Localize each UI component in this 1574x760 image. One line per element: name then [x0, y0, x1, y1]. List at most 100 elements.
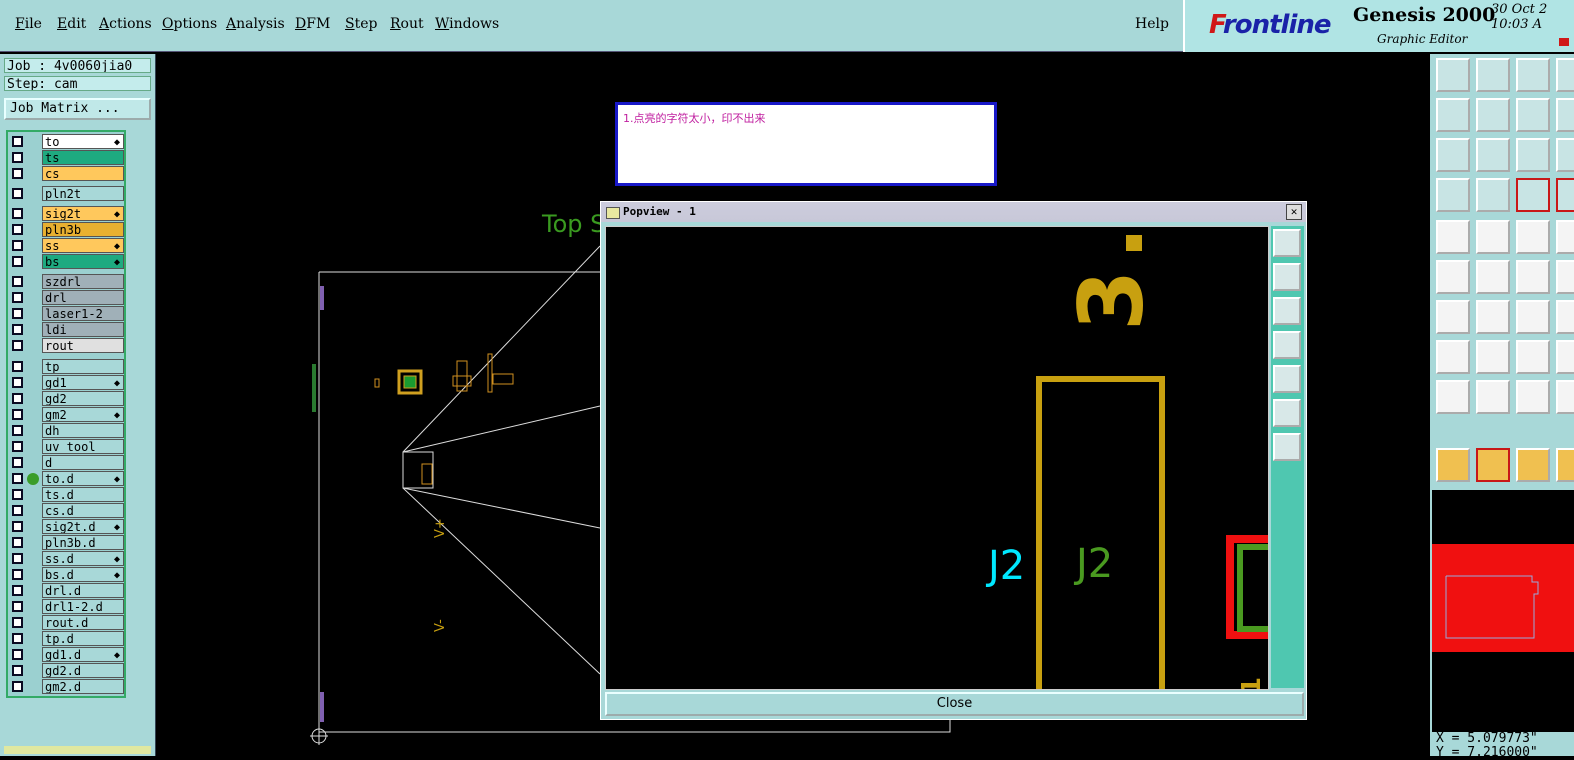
pv-pan-right-icon[interactable] [1273, 365, 1301, 393]
layer-checkbox[interactable] [12, 409, 23, 420]
layer-row[interactable]: tp [10, 359, 125, 374]
menu-file[interactable]: File [15, 16, 42, 32]
layer-checkbox[interactable] [12, 208, 23, 219]
layer-row[interactable]: pln2t [10, 186, 125, 201]
layer-checkbox[interactable] [12, 489, 23, 500]
pv-zoom-window-icon[interactable] [1273, 229, 1301, 257]
layer-row[interactable]: to ◆ [10, 134, 125, 149]
layer-checkbox[interactable] [12, 377, 23, 388]
window-menu-icon[interactable] [606, 207, 620, 219]
toolbar-icon-c[interactable] [1556, 138, 1574, 172]
layer-checkbox[interactable] [12, 136, 23, 147]
menu-rout[interactable]: Rout [390, 16, 424, 32]
toolbar-icon-h[interactable] [1556, 340, 1574, 374]
connect-icon[interactable] [1436, 260, 1470, 294]
layer-label[interactable]: tp.d [42, 631, 124, 646]
layer-row[interactable]: pln3b [10, 222, 125, 237]
layer-row[interactable]: tp.d [10, 631, 125, 646]
pointer-icon[interactable] [1436, 448, 1470, 482]
layer-label[interactable]: dh [42, 423, 124, 438]
layer-checkbox[interactable] [12, 292, 23, 303]
layer-checkbox[interactable] [12, 240, 23, 251]
layer-label[interactable]: cs.d [42, 503, 124, 518]
layer-row[interactable]: drl.d [10, 583, 125, 598]
polygon-icon[interactable] [1476, 220, 1510, 254]
rotate-icon[interactable] [1516, 300, 1550, 334]
layer-checkbox[interactable] [12, 324, 23, 335]
width-icon[interactable] [1516, 340, 1550, 374]
menu-actions[interactable]: Actions [99, 16, 152, 32]
layer-label[interactable]: sig2t.d ◆ [42, 519, 124, 534]
layer-label[interactable]: gd2 [42, 391, 124, 406]
menu-windows[interactable]: Windows [435, 16, 499, 32]
layer-checkbox[interactable] [12, 224, 23, 235]
triangle-up-icon[interactable] [1476, 380, 1510, 414]
pan-right-icon[interactable] [1476, 98, 1510, 132]
layer-checkbox[interactable] [12, 601, 23, 612]
menu-dfm[interactable]: DFM [295, 16, 330, 32]
menu-edit[interactable]: Edit [57, 16, 86, 32]
layer-row[interactable]: ts.d [10, 487, 125, 502]
layer-label[interactable]: drl1-2.d [42, 599, 124, 614]
toolbar-icon-f[interactable] [1556, 260, 1574, 294]
menu-help[interactable]: Help [1135, 16, 1169, 32]
toolbar-icon-a[interactable] [1556, 58, 1574, 92]
layer-checkbox[interactable] [12, 152, 23, 163]
layer-row[interactable]: cs.d [10, 503, 125, 518]
layer-checkbox[interactable] [12, 168, 23, 179]
overview-map[interactable] [1432, 490, 1574, 732]
layer-label[interactable]: ss.d ◆ [42, 551, 124, 566]
layer-checkbox[interactable] [12, 393, 23, 404]
layer-row[interactable]: ts [10, 150, 125, 165]
layer-checkbox[interactable] [12, 521, 23, 532]
popview-close-button[interactable]: Close [605, 692, 1304, 716]
popview-window[interactable]: Popview - 1 ✕ 3 J2 J2 1 Close [600, 201, 1307, 720]
triangle-a-icon[interactable] [1516, 380, 1550, 414]
layer-label[interactable]: ts [42, 150, 124, 165]
layer-checkbox[interactable] [12, 665, 23, 676]
layer-row[interactable]: laser1-2 [10, 306, 125, 321]
zoom-center-icon[interactable] [1476, 138, 1510, 172]
layer-label[interactable]: ts.d [42, 487, 124, 502]
layer-row[interactable]: gm2.d [10, 679, 125, 694]
undo-view-icon[interactable] [1516, 98, 1550, 132]
layer-checkbox[interactable] [12, 340, 23, 351]
layer-checkbox[interactable] [12, 553, 23, 564]
layer-row[interactable]: szdrl [10, 274, 125, 289]
menu-analysis[interactable]: Analysis [226, 16, 285, 32]
home-icon[interactable] [1516, 58, 1550, 92]
layer-row[interactable]: gd1.d ◆ [10, 647, 125, 662]
toolbar-icon-e[interactable] [1556, 220, 1574, 254]
layer-row[interactable]: rout.d [10, 615, 125, 630]
layer-label[interactable]: rout.d [42, 615, 124, 630]
layer-row[interactable]: bs.d ◆ [10, 567, 125, 582]
layer-label[interactable]: cs [42, 166, 124, 181]
layer-label[interactable]: gd1 ◆ [42, 375, 124, 390]
layer-label[interactable]: gm2.d [42, 679, 124, 694]
angle-icon[interactable] [1436, 300, 1470, 334]
layer-row[interactable]: gd2.d [10, 663, 125, 678]
layer-row[interactable]: uv_tool [10, 439, 125, 454]
layer-row[interactable]: gd2 [10, 391, 125, 406]
layer-row[interactable]: pln3b.d [10, 535, 125, 550]
zoom-ratio-icon[interactable] [1516, 138, 1550, 172]
layer-label[interactable]: gm2 ◆ [42, 407, 124, 422]
layer-row[interactable]: rout [10, 338, 125, 353]
layer-label[interactable]: pln3b [42, 222, 124, 237]
layer-checkbox[interactable] [12, 457, 23, 468]
layer-checkbox[interactable] [12, 276, 23, 287]
menu-options[interactable]: Options [162, 16, 217, 32]
slope-icon[interactable] [1476, 300, 1510, 334]
toolbar-icon-b[interactable] [1556, 98, 1574, 132]
layer-checkbox[interactable] [12, 585, 23, 596]
layer-label[interactable]: tp [42, 359, 124, 374]
job-matrix-button[interactable]: Job Matrix ... [4, 98, 151, 120]
layer-row[interactable]: ldi [10, 322, 125, 337]
layer-label[interactable]: laser1-2 [42, 306, 124, 321]
layer-label[interactable]: pln3b.d [42, 535, 124, 550]
line-icon[interactable] [1476, 340, 1510, 374]
pan-down-icon[interactable] [1476, 58, 1510, 92]
pv-zoom-center-icon[interactable] [1273, 433, 1301, 461]
layer-label[interactable]: ss ◆ [42, 238, 124, 253]
layer-label[interactable]: uv_tool [42, 439, 124, 454]
